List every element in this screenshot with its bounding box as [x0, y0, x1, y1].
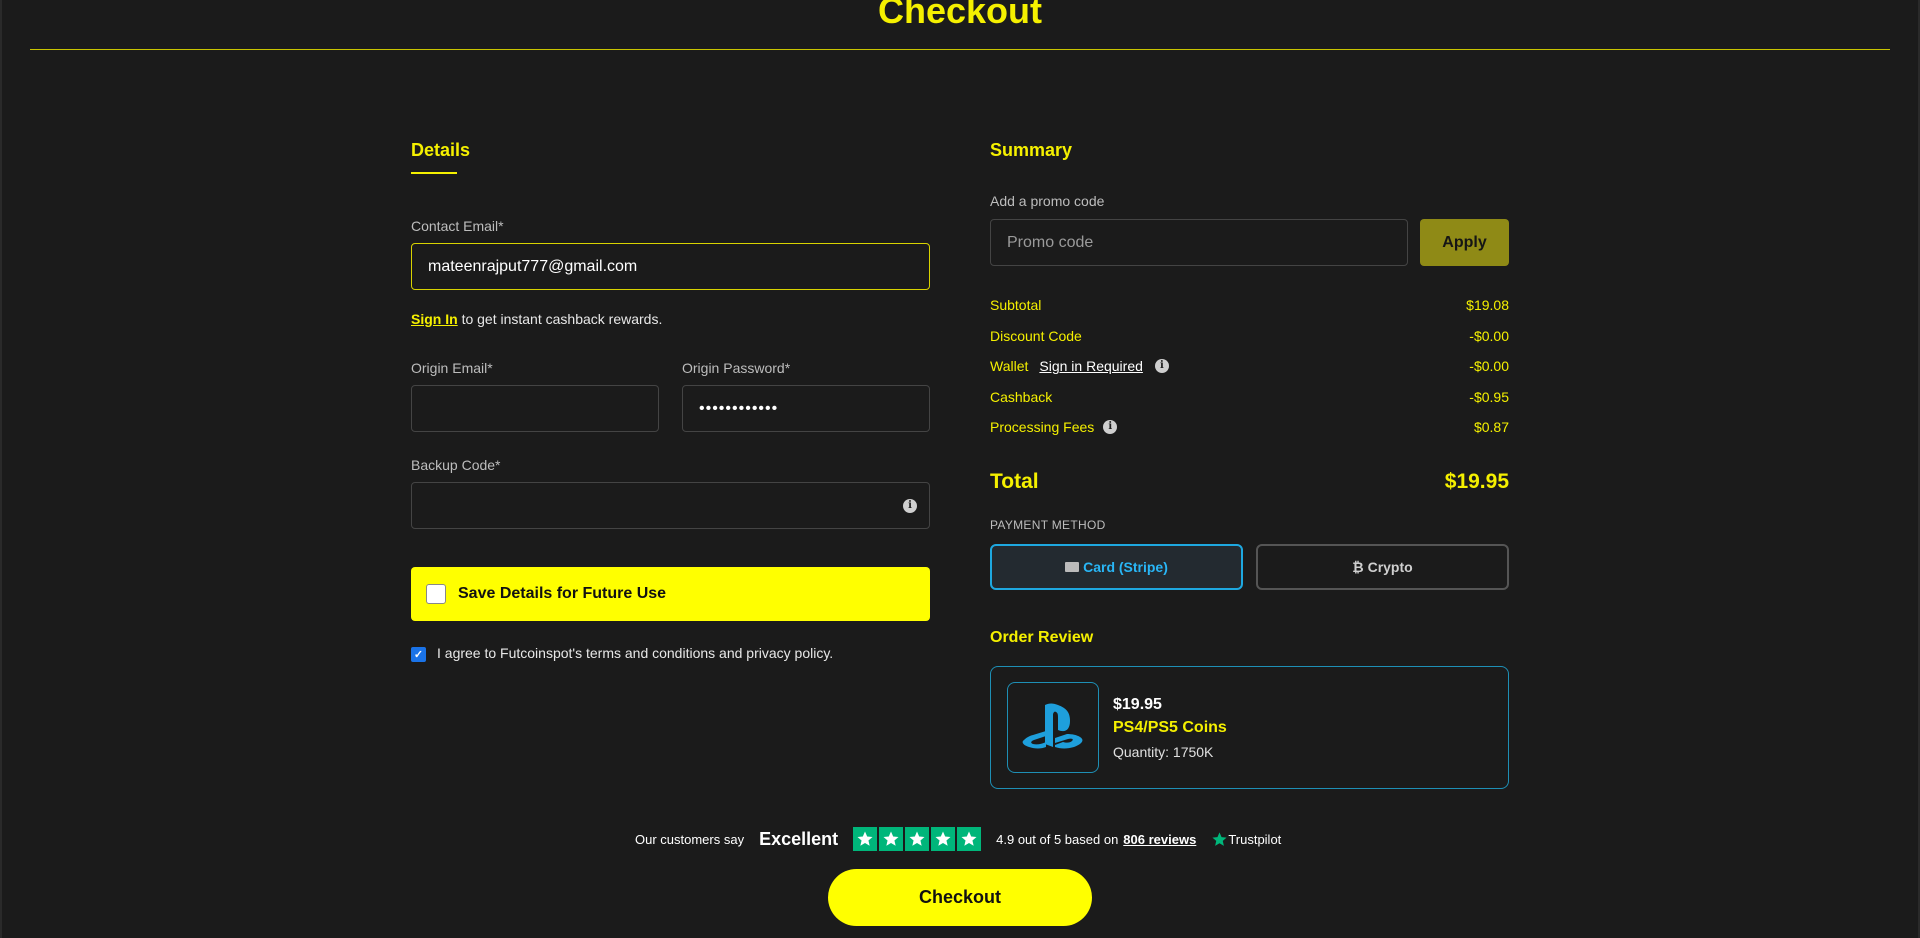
wallet-value: -$0.00 [1469, 358, 1509, 374]
wallet-info-icon[interactable]: i [1154, 359, 1169, 373]
subtotal-value: $19.08 [1466, 297, 1509, 313]
contact-email-label: Contact Email* [411, 218, 504, 234]
terms-label: I agree to Futcoinspot's terms and condi… [437, 645, 834, 661]
header-divider [30, 49, 1890, 50]
summary-title: Summary [990, 140, 1073, 160]
details-underline [411, 172, 457, 174]
order-product-name: PS4/PS5 Coins [1113, 719, 1227, 736]
save-details-checkbox[interactable] [426, 584, 446, 604]
contact-email-field[interactable]: mateenrajput777@gmail.com [411, 243, 930, 290]
promo-code-input[interactable]: Promo code [990, 219, 1408, 266]
payment-method-label: PAYMENT METHOD [990, 518, 1106, 532]
backup-code-field[interactable]: i [411, 482, 930, 529]
total-label: Total [990, 470, 1039, 493]
subtotal-label: Subtotal [990, 297, 1042, 313]
frame-edge-left [0, 0, 2, 938]
discount-value: -$0.00 [1469, 328, 1509, 344]
origin-password-label: Origin Password* [682, 360, 791, 376]
trustpilot-excellent: Excellent [759, 828, 839, 849]
trustpilot-reviews-link[interactable]: 806 reviews [1123, 832, 1196, 847]
trustpilot-rating-text: 4.9 out of 5 based on [996, 831, 1119, 847]
fees-value: $0.87 [1473, 419, 1509, 435]
order-review-title: Order Review [990, 629, 1094, 646]
credit-card-icon [1065, 562, 1080, 572]
wallet-label: Wallet [990, 358, 1029, 374]
summary-section: Summary Add a promo code Promo code Appl… [990, 140, 1509, 789]
terms-agreement: ✓ I agree to Futcoinspot's terms and con… [411, 644, 833, 662]
fees-info-icon[interactable]: i [1103, 420, 1118, 434]
payment-crypto-label: ₿ Crypto [1352, 559, 1413, 575]
star-icon [957, 827, 982, 851]
details-section: Details Contact Email* mateenrajput777@g… [411, 140, 930, 662]
product-thumbnail [1007, 682, 1099, 773]
signin-text: to get instant cashback rewards. [461, 311, 663, 327]
payment-card-label: Card (Stripe) [1083, 559, 1168, 575]
trustpilot-star-icon [1212, 831, 1227, 846]
discount-label: Discount Code [990, 328, 1082, 344]
star-icon [931, 827, 956, 851]
trustpilot-brand-label: Trustpilot [1228, 831, 1282, 847]
apply-promo-button[interactable]: Apply [1420, 219, 1509, 266]
backup-code-info-icon[interactable]: i [903, 499, 917, 513]
order-item-card: $19.95 PS4/PS5 Coins Quantity: 1750K [990, 666, 1509, 789]
origin-password-value: •••••••••••• [699, 399, 779, 417]
trustpilot-brand: Trustpilot [1211, 831, 1281, 848]
trustpilot-widget[interactable]: Our customers say Excellent 4.9 out of 5… [635, 826, 1281, 852]
contact-email-value: mateenrajput777@gmail.com [428, 257, 638, 275]
origin-password-field[interactable]: •••••••••••• [682, 385, 930, 432]
trustpilot-say: Our customers say [635, 831, 745, 847]
fees-row: Processing Fees i $0.87 [990, 419, 1509, 435]
playstation-logo-icon [1022, 703, 1083, 748]
total-row: Total $19.95 [990, 470, 1509, 494]
terms-checkbox[interactable]: ✓ [411, 647, 426, 662]
cashback-label: Cashback [990, 389, 1053, 405]
save-details-toggle[interactable]: Save Details for Future Use [411, 567, 930, 621]
page-title: Checkout [877, 0, 1043, 31]
cashback-value: -$0.95 [1469, 389, 1509, 405]
discount-row: Discount Code -$0.00 [990, 328, 1509, 344]
order-price: $19.95 [1113, 696, 1162, 713]
origin-email-field[interactable] [411, 385, 659, 432]
trustpilot-stars [853, 827, 982, 851]
origin-email-label: Origin Email* [411, 360, 493, 376]
signin-prompt: Sign In to get instant cashback rewards. [411, 311, 662, 327]
promo-code-placeholder: Promo code [1007, 233, 1094, 251]
backup-code-label: Backup Code* [411, 457, 501, 473]
star-icon [905, 827, 930, 851]
order-quantity: Quantity: 1750K [1113, 744, 1214, 760]
checkout-button[interactable]: Checkout [828, 869, 1092, 926]
payment-card-button[interactable]: Card (Stripe) [990, 544, 1243, 590]
save-details-label: Save Details for Future Use [458, 585, 667, 602]
wallet-signin-link[interactable]: Sign in Required [1039, 358, 1143, 374]
star-icon [879, 827, 904, 851]
details-title: Details [411, 140, 471, 160]
promo-label: Add a promo code [990, 193, 1105, 209]
signin-link[interactable]: Sign In [411, 311, 458, 327]
subtotal-row: Subtotal $19.08 [990, 297, 1509, 313]
wallet-row: Wallet Sign in Required i -$0.00 [990, 358, 1509, 374]
cashback-row: Cashback -$0.95 [990, 389, 1509, 405]
payment-crypto-button[interactable]: ₿ Crypto [1256, 544, 1509, 590]
star-icon [853, 827, 878, 851]
total-value: $19.95 [1444, 470, 1509, 493]
fees-label: Processing Fees [990, 419, 1095, 435]
